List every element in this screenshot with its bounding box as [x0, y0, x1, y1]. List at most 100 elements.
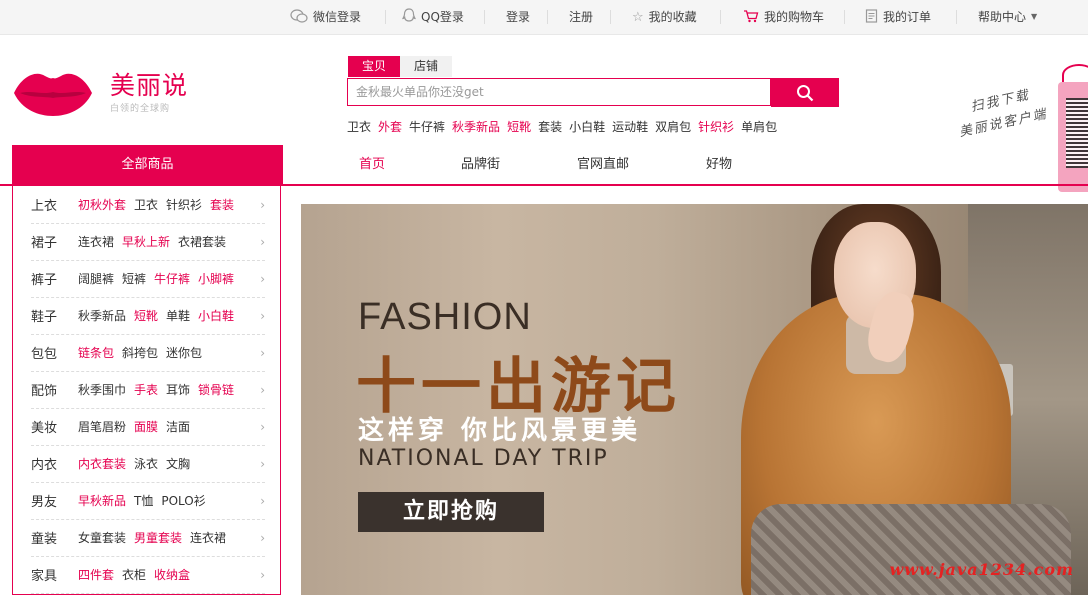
qq-login-link[interactable]: QQ登录 — [402, 0, 464, 34]
nav-home[interactable]: 首页 — [359, 145, 385, 184]
category-name[interactable]: 裤子 — [31, 269, 78, 288]
search-input[interactable]: 金秋最火单品你还没get — [347, 78, 771, 106]
chevron-right-icon: › — [260, 419, 265, 434]
category-name[interactable]: 内衣 — [31, 454, 78, 473]
tab-shops[interactable]: 店铺 — [400, 56, 452, 77]
subcategory-link[interactable]: 泳衣 — [134, 455, 158, 472]
orders-link[interactable]: 我的订单 — [865, 0, 931, 34]
subcategory-link[interactable]: 套装 — [210, 196, 234, 213]
favorites-label: 我的收藏 — [648, 10, 697, 24]
subcategory-link[interactable]: 短裤 — [122, 270, 146, 287]
caret-down-icon: ▼ — [1031, 12, 1038, 21]
search-button[interactable] — [771, 78, 839, 107]
subcategory-link[interactable]: 针织衫 — [166, 196, 202, 213]
hot-word[interactable]: 外套 — [378, 118, 402, 135]
nav-brand-street[interactable]: 品牌街 — [461, 145, 500, 184]
subcategory-link[interactable]: 早秋上新 — [122, 233, 170, 250]
category-name[interactable]: 童装 — [31, 528, 78, 547]
subcategory-link[interactable]: 男童套装 — [134, 529, 182, 546]
subcategory-link[interactable]: 女童套装 — [78, 529, 126, 546]
category-name[interactable]: 裙子 — [31, 232, 78, 251]
subcategory-link[interactable]: 衣裙套装 — [178, 233, 226, 250]
category-row[interactable]: 裤子 阔腿裤 短裤 牛仔裤 小脚裤 › — [31, 260, 265, 298]
subcategory-link[interactable]: POLO衫 — [161, 492, 205, 509]
subcategory-link[interactable]: 连衣裙 — [78, 233, 114, 250]
category-row[interactable]: 童装 女童套装 男童套装 连衣裙 › — [31, 519, 265, 557]
category-name[interactable]: 包包 — [31, 343, 78, 362]
hot-word[interactable]: 小白鞋 — [569, 118, 605, 135]
subcategory-link[interactable]: 小脚裤 — [198, 270, 234, 287]
subcategory-link[interactable]: 文胸 — [166, 455, 190, 472]
hot-word[interactable]: 秋季新品 — [452, 118, 500, 135]
category-name[interactable]: 配饰 — [31, 380, 78, 399]
buy-now-button[interactable]: 立即抢购 — [358, 492, 544, 532]
subcategory-link[interactable]: 短靴 — [134, 307, 158, 324]
hot-word[interactable]: 卫衣 — [347, 118, 371, 135]
category-row[interactable]: 内衣 内衣套装 泳衣 文胸 › — [31, 445, 265, 483]
divider — [844, 10, 845, 24]
subcategory-link[interactable]: 阔腿裤 — [78, 270, 114, 287]
category-name[interactable]: 鞋子 — [31, 306, 78, 325]
subcategory-link[interactable]: 耳饰 — [166, 381, 190, 398]
hot-word[interactable]: 套装 — [538, 118, 562, 135]
divider — [385, 10, 386, 24]
category-sidebar: 上衣 初秋外套 卫衣 针织衫 套装 › 裙子 连衣裙 早秋上新 衣裙套装 › 裤子 阔腿裤 短裤 牛仔裤 小脚… — [12, 186, 281, 595]
hot-word[interactable]: 单肩包 — [741, 118, 777, 135]
subcategory-link[interactable]: 秋季围巾 — [78, 381, 126, 398]
login-link[interactable]: 登录 — [506, 0, 530, 34]
tab-products[interactable]: 宝贝 — [348, 56, 400, 77]
category-row[interactable]: 包包 链条包 斜挎包 迷你包 › — [31, 334, 265, 372]
hot-word[interactable]: 针织衫 — [698, 118, 734, 135]
subcategory-link[interactable]: 初秋外套 — [78, 196, 126, 213]
subcategory-link[interactable]: 连衣裙 — [190, 529, 226, 546]
category-row[interactable]: 配饰 秋季围巾 手表 耳饰 锁骨链 › — [31, 371, 265, 409]
hero-banner[interactable]: FASHION 十一出游记 这样穿 你比风景更美 NATIONAL DAY TR… — [301, 204, 1088, 595]
subcategory-link[interactable]: 收纳盒 — [154, 566, 190, 583]
divider — [610, 10, 611, 24]
subcategory-link[interactable]: T恤 — [134, 492, 153, 509]
subcategory-link[interactable]: 秋季新品 — [78, 307, 126, 324]
subcategory-link[interactable]: 卫衣 — [134, 196, 158, 213]
subcategory-link[interactable]: 牛仔裤 — [154, 270, 190, 287]
category-row[interactable]: 家具 四件套 衣柜 收纳盒 › — [31, 556, 265, 594]
chevron-right-icon: › — [260, 382, 265, 397]
favorites-link[interactable]: ☆ 我的收藏 — [632, 0, 697, 34]
site-logo[interactable]: 美丽说 白领的全球购 — [12, 64, 202, 124]
hot-word[interactable]: 短靴 — [507, 118, 531, 135]
category-name[interactable]: 上衣 — [31, 195, 78, 214]
category-row[interactable]: 鞋子 秋季新品 短靴 单鞋 小白鞋 › — [31, 297, 265, 335]
category-name[interactable]: 家具 — [31, 565, 78, 584]
subcategory-link[interactable]: 早秋新品 — [78, 492, 126, 509]
cart-link[interactable]: 我的购物车 — [743, 0, 824, 34]
all-categories-button[interactable]: 全部商品 — [12, 145, 283, 184]
help-center-dropdown[interactable]: 帮助中心 ▼ — [978, 0, 1037, 34]
subcategory-link[interactable]: 小白鞋 — [198, 307, 234, 324]
subcategory-link[interactable]: 洁面 — [166, 418, 190, 435]
subcategory-link[interactable]: 链条包 — [78, 344, 114, 361]
register-link[interactable]: 注册 — [569, 0, 593, 34]
category-row[interactable]: 男友 早秋新品 T恤 POLO衫 › — [31, 482, 265, 520]
subcategory-link[interactable]: 面膜 — [134, 418, 158, 435]
nav-good-stuff[interactable]: 好物 — [706, 145, 732, 184]
subcategory-link[interactable]: 锁骨链 — [198, 381, 234, 398]
subcategory-link[interactable]: 衣柜 — [122, 566, 146, 583]
hot-word[interactable]: 双肩包 — [655, 118, 691, 135]
category-name[interactable]: 美妆 — [31, 417, 78, 436]
subcategory-link[interactable]: 四件套 — [78, 566, 114, 583]
nav-official-direct[interactable]: 官网直邮 — [577, 145, 629, 184]
wechat-login-link[interactable]: 微信登录 — [290, 0, 361, 34]
category-row[interactable]: 美妆 眉笔眉粉 面膜 洁面 › — [31, 408, 265, 446]
subcategory-link[interactable]: 内衣套装 — [78, 455, 126, 472]
subcategory-link[interactable]: 手表 — [134, 381, 158, 398]
category-row[interactable]: 上衣 初秋外套 卫衣 针织衫 套装 › — [31, 186, 265, 224]
wechat-icon — [290, 8, 308, 26]
subcategory-link[interactable]: 斜挎包 — [122, 344, 158, 361]
hot-word[interactable]: 运动鞋 — [612, 118, 648, 135]
category-row[interactable]: 裙子 连衣裙 早秋上新 衣裙套装 › — [31, 223, 265, 261]
subcategory-link[interactable]: 眉笔眉粉 — [78, 418, 126, 435]
brand-name: 美丽说 — [110, 71, 189, 100]
category-name[interactable]: 男友 — [31, 491, 78, 510]
hot-word[interactable]: 牛仔裤 — [409, 118, 445, 135]
subcategory-link[interactable]: 单鞋 — [166, 307, 190, 324]
subcategory-link[interactable]: 迷你包 — [166, 344, 202, 361]
